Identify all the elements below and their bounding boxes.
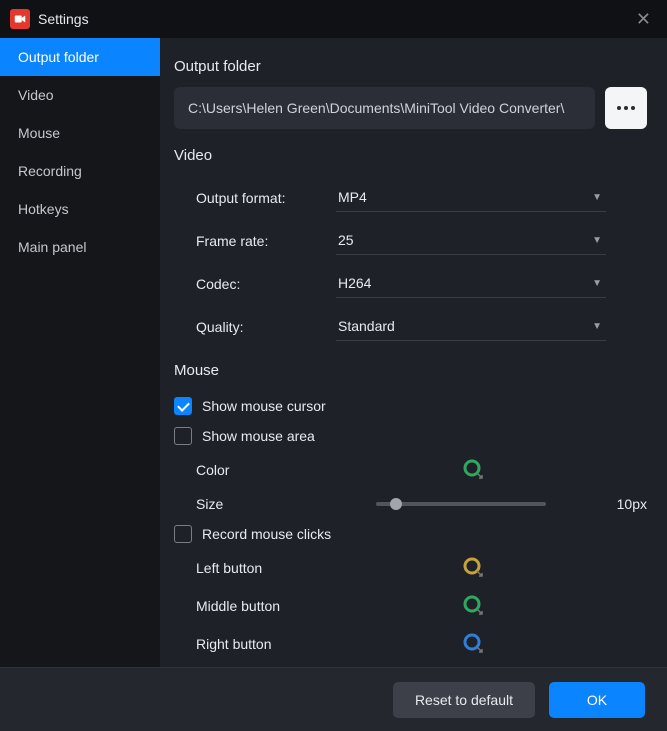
- area-color-swatch[interactable]: [462, 458, 486, 482]
- right-button-color-swatch[interactable]: [462, 632, 486, 656]
- section-title-output-folder: Output folder: [174, 58, 647, 75]
- size-slider-thumb[interactable]: [390, 498, 402, 510]
- row-area-size: Size 10px: [174, 489, 647, 519]
- reset-button[interactable]: Reset to default: [393, 682, 535, 718]
- chevron-down-icon: ▼: [592, 321, 602, 332]
- row-show-cursor: Show mouse cursor: [174, 391, 647, 421]
- label-output-format: Output format:: [196, 190, 336, 206]
- label-show-area: Show mouse area: [202, 428, 315, 444]
- select-output-format[interactable]: MP4 ▼: [336, 183, 606, 212]
- label-quality: Quality:: [196, 319, 336, 335]
- app-icon: [10, 9, 30, 29]
- chevron-down-icon: ▼: [592, 192, 602, 203]
- sidebar-item-output-folder[interactable]: Output folder: [0, 38, 160, 76]
- row-record-clicks: Record mouse clicks: [174, 519, 647, 549]
- select-codec[interactable]: H264 ▼: [336, 269, 606, 298]
- row-area-color: Color: [174, 451, 647, 489]
- row-quality: Quality: Standard ▼: [174, 305, 647, 348]
- ok-button[interactable]: OK: [549, 682, 645, 718]
- select-quality[interactable]: Standard ▼: [336, 312, 606, 341]
- titlebar: Settings ✕: [0, 0, 667, 38]
- sidebar-item-recording[interactable]: Recording: [0, 152, 160, 190]
- sidebar-item-hotkeys[interactable]: Hotkeys: [0, 190, 160, 228]
- row-right-button: Right button: [174, 625, 647, 663]
- checkbox-show-cursor[interactable]: [174, 397, 192, 415]
- row-show-area: Show mouse area: [174, 421, 647, 451]
- label-middle-button: Middle button: [196, 598, 336, 614]
- label-record-clicks: Record mouse clicks: [202, 526, 331, 542]
- label-area-size: Size: [196, 496, 336, 512]
- close-icon[interactable]: ✕: [630, 9, 657, 30]
- row-middle-button: Middle button: [174, 587, 647, 625]
- checkbox-show-area[interactable]: [174, 427, 192, 445]
- label-right-button: Right button: [196, 636, 336, 652]
- select-quality-value: Standard: [338, 318, 395, 334]
- ellipsis-icon: [617, 106, 635, 110]
- settings-window: Settings ✕ Output folder Video Mouse Rec…: [0, 0, 667, 731]
- select-codec-value: H264: [338, 275, 371, 291]
- main-panel: Output folder Video Output format: MP4 ▼…: [160, 38, 667, 667]
- chevron-down-icon: ▼: [592, 235, 602, 246]
- row-left-button: Left button: [174, 549, 647, 587]
- size-slider[interactable]: [376, 502, 546, 506]
- label-area-color: Color: [196, 462, 336, 478]
- sidebar-item-video[interactable]: Video: [0, 76, 160, 114]
- sidebar-item-main-panel[interactable]: Main panel: [0, 228, 160, 266]
- body: Output folder Video Mouse Recording Hotk…: [0, 38, 667, 667]
- window-title: Settings: [38, 11, 630, 27]
- label-left-button: Left button: [196, 560, 336, 576]
- checkbox-record-clicks[interactable]: [174, 525, 192, 543]
- size-slider-wrap: 10px: [336, 496, 647, 512]
- sidebar-item-mouse[interactable]: Mouse: [0, 114, 160, 152]
- size-value: 10px: [617, 496, 647, 512]
- output-folder-input[interactable]: [174, 87, 595, 129]
- select-frame-rate-value: 25: [338, 232, 354, 248]
- middle-button-color-swatch[interactable]: [462, 594, 486, 618]
- row-frame-rate: Frame rate: 25 ▼: [174, 219, 647, 262]
- section-title-video: Video: [174, 147, 647, 164]
- footer: Reset to default OK: [0, 667, 667, 731]
- sidebar: Output folder Video Mouse Recording Hotk…: [0, 38, 160, 667]
- label-codec: Codec:: [196, 276, 336, 292]
- select-frame-rate[interactable]: 25 ▼: [336, 226, 606, 255]
- label-frame-rate: Frame rate:: [196, 233, 336, 249]
- left-button-color-swatch[interactable]: [462, 556, 486, 580]
- select-output-format-value: MP4: [338, 189, 367, 205]
- label-show-cursor: Show mouse cursor: [202, 398, 326, 414]
- output-folder-row: [174, 87, 647, 129]
- row-codec: Codec: H264 ▼: [174, 262, 647, 305]
- section-title-mouse: Mouse: [174, 362, 647, 379]
- browse-button[interactable]: [605, 87, 647, 129]
- row-output-format: Output format: MP4 ▼: [174, 176, 647, 219]
- chevron-down-icon: ▼: [592, 278, 602, 289]
